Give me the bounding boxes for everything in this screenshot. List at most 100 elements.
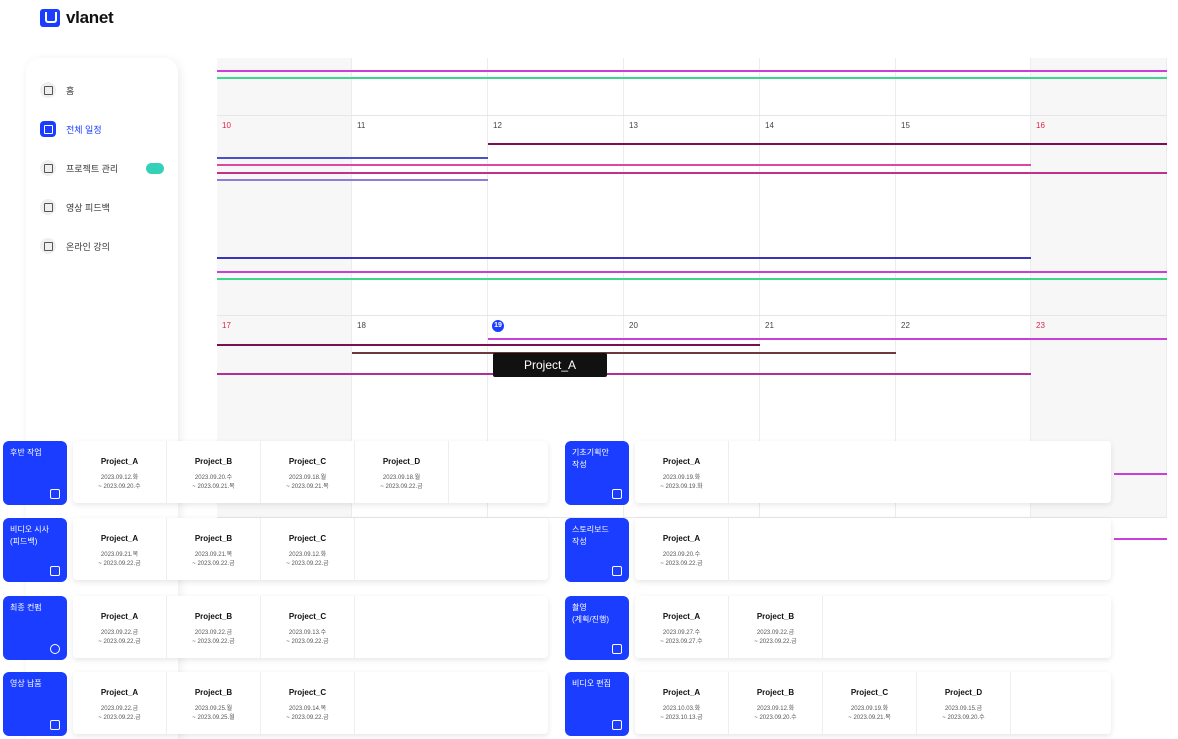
project-tooltip: Project_A — [493, 353, 607, 377]
project-card[interactable]: Project_A 2023.09.22.금 ~ 2023.09.22.금 — [73, 672, 167, 734]
project-card[interactable]: Project_A 2023.09.12.화 ~ 2023.09.20.수 — [73, 441, 167, 503]
project-card[interactable]: Project_A 2023.10.03.화 ~ 2023.10.13.금 — [635, 672, 729, 734]
day-number: 11 — [357, 121, 366, 130]
stage-video-preview[interactable]: 비디오 시사 (피드백) Project_A 2023.09.21.목 ~ 2023… — [3, 518, 548, 584]
vlanet-logo-icon — [40, 9, 60, 27]
sidebar-item-label: 온라인 강의 — [66, 241, 110, 252]
schedule-bar[interactable] — [217, 257, 1031, 259]
project-card[interactable]: Project_D 2023.09.18.월 ~ 2023.09.22.금 — [355, 441, 449, 503]
stage-project-list: Project_A 2023.09.27.수 ~ 2023.09.27.수 Proj… — [635, 596, 1111, 658]
calendar-week — [217, 58, 1167, 116]
screen-icon — [50, 566, 60, 576]
schedule-bar[interactable] — [1114, 473, 1167, 475]
schedule-bar[interactable] — [217, 271, 1167, 273]
project-card[interactable]: Project_D 2023.09.15.금 ~ 2023.09.20.수 — [917, 672, 1011, 734]
project-card[interactable]: Project_A 2023.09.21.목 ~ 2023.09.22.금 — [73, 518, 167, 580]
film-icon — [50, 489, 60, 499]
day-number: 12 — [493, 121, 502, 130]
schedule-bar[interactable] — [217, 344, 760, 346]
sidebar-item-online-lecture[interactable]: 온라인 강의 — [40, 238, 110, 254]
day-number: 13 — [629, 121, 638, 130]
project-card[interactable]: Project_B 2023.09.22.금 ~ 2023.09.22.금 — [729, 596, 823, 658]
project-card[interactable]: Project_A 2023.09.27.수 ~ 2023.09.27.수 — [635, 596, 729, 658]
stage-project-list: Project_A 2023.09.19.화 ~ 2023.09.19.화 — [635, 441, 1111, 503]
stage-label-shooting[interactable]: 촬영 (계획/진행) — [565, 596, 629, 660]
calendar-icon — [40, 121, 56, 137]
project-card[interactable]: Project_C 2023.09.13.수 ~ 2023.09.22.금 — [261, 596, 355, 658]
stage-project-list: Project_A 2023.09.12.화 ~ 2023.09.20.수 Proj… — [73, 441, 548, 503]
stage-label-storyboard[interactable]: 스토리보드 작성 — [565, 518, 629, 582]
calendar-day[interactable]: 13 — [624, 116, 760, 315]
project-card[interactable]: Project_B 2023.09.21.목 ~ 2023.09.22.금 — [167, 518, 261, 580]
day-number: 21 — [765, 321, 774, 330]
sidebar-item-label: 전체 일정 — [66, 124, 102, 135]
stage-final-confirm[interactable]: 최종 컨펌 Project_A 2023.09.22.금 ~ 2023.09.22.… — [3, 596, 548, 662]
project-card[interactable]: Project_A 2023.09.19.화 ~ 2023.09.19.화 — [635, 441, 729, 503]
stage-video-editing[interactable]: 비디오 편집 Project_A 2023.10.03.화 ~ 2023.10.13… — [565, 672, 1111, 738]
project-card[interactable]: Project_B 2023.09.25.월 ~ 2023.09.25.월 — [167, 672, 261, 734]
sidebar-item-video-feedback[interactable]: 영상 피드백 — [40, 199, 110, 215]
sidebar-item-projects[interactable]: 프로젝트 관리 — [40, 160, 165, 176]
stage-project-list: Project_A 2023.09.21.목 ~ 2023.09.22.금 Proj… — [73, 518, 548, 580]
schedule-bar[interactable] — [352, 352, 896, 354]
project-card[interactable]: Project_C 2023.09.19.화 ~ 2023.09.21.목 — [823, 672, 917, 734]
project-count-badge — [146, 162, 165, 174]
calendar-day[interactable]: 12 — [488, 116, 624, 315]
schedule-bar[interactable] — [217, 157, 488, 159]
project-card[interactable]: Project_B 2023.09.12.화 ~ 2023.09.20.수 — [729, 672, 823, 734]
project-card[interactable]: Project_A 2023.09.22.금 ~ 2023.09.22.금 — [73, 596, 167, 658]
calendar-day[interactable]: 15 — [896, 116, 1031, 315]
stage-label-post-production[interactable]: 후반 작업 — [3, 441, 67, 505]
stage-storyboard[interactable]: 스토리보드 작성 Project_A 2023.09.20.수 ~ 2023.09.… — [565, 518, 1111, 584]
schedule-bar[interactable] — [488, 338, 1167, 340]
app-root: vlanet 홈 전체 일정 프로젝트 관리 영상 피드백 온라인 강의 10 … — [0, 0, 1178, 739]
sidebar-item-label: 영상 피드백 — [66, 202, 110, 213]
schedule-bar[interactable] — [1114, 538, 1167, 540]
stage-delivery[interactable]: 영상 납품 Project_A 2023.09.22.금 ~ 2023.09.22.… — [3, 672, 548, 738]
project-card[interactable]: Project_C 2023.09.12.화 ~ 2023.09.22.금 — [261, 518, 355, 580]
send-icon — [50, 720, 60, 730]
stage-label-final-confirm[interactable]: 최종 컨펌 — [3, 596, 67, 660]
folder-icon — [40, 160, 56, 176]
stage-label-delivery[interactable]: 영상 납품 — [3, 672, 67, 736]
stage-shooting[interactable]: 촬영 (계획/진행) Project_A 2023.09.27.수 ~ 2023.0… — [565, 596, 1111, 662]
stage-post-production[interactable]: 후반 작업 Project_A 2023.09.12.화 ~ 2023.09.20.… — [3, 441, 548, 507]
stage-label-basic-plan[interactable]: 기초기획안 작성 — [565, 441, 629, 505]
schedule-bar[interactable] — [217, 172, 1167, 174]
schedule-bar[interactable] — [217, 373, 1031, 375]
calendar-day[interactable]: 16 — [1031, 116, 1167, 315]
project-card[interactable]: Project_C 2023.09.18.월 ~ 2023.09.21.목 — [261, 441, 355, 503]
sidebar-item-home[interactable]: 홈 — [40, 82, 74, 98]
camera-icon — [612, 644, 622, 654]
stage-project-list: Project_A 2023.09.22.금 ~ 2023.09.22.금 Proj… — [73, 672, 548, 734]
day-number: 16 — [1036, 121, 1045, 130]
calendar-day[interactable]: 14 — [760, 116, 896, 315]
stage-project-list: Project_A 2023.09.22.금 ~ 2023.09.22.금 Proj… — [73, 596, 548, 658]
brand-name: vlanet — [66, 8, 114, 27]
project-card[interactable]: Project_C 2023.09.14.목 ~ 2023.09.22.금 — [261, 672, 355, 734]
schedule-bar[interactable] — [217, 278, 1167, 280]
schedule-bar[interactable] — [217, 164, 1031, 166]
stage-project-list: Project_A 2023.09.20.수 ~ 2023.09.22.금 — [635, 518, 1111, 580]
project-card[interactable]: Project_A 2023.09.20.수 ~ 2023.09.22.금 — [635, 518, 729, 580]
document-icon — [612, 720, 622, 730]
schedule-bar[interactable] — [488, 143, 1167, 145]
calendar-week: 10 11 12 13 14 15 16 — [217, 116, 1167, 316]
brand-logo[interactable]: vlanet — [40, 8, 114, 28]
edit-icon — [612, 489, 622, 499]
day-number: 15 — [901, 121, 910, 130]
video-feedback-icon — [40, 199, 56, 215]
sidebar-item-schedule[interactable]: 전체 일정 — [40, 121, 102, 137]
stage-label-video-editing[interactable]: 비디오 편집 — [565, 672, 629, 736]
stage-basic-plan[interactable]: 기초기획안 작성 Project_A 2023.09.19.화 ~ 2023.09.… — [565, 441, 1111, 507]
project-card[interactable]: Project_B 2023.09.20.수 ~ 2023.09.21.목 — [167, 441, 261, 503]
check-circle-icon — [50, 644, 60, 654]
calendar-day[interactable]: 10 — [217, 116, 352, 315]
calendar-day[interactable]: 11 — [352, 116, 488, 315]
sidebar-item-label: 홈 — [66, 85, 75, 96]
schedule-bar[interactable] — [217, 179, 488, 181]
stage-project-list: Project_A 2023.10.03.화 ~ 2023.10.13.금 Proj… — [635, 672, 1111, 734]
project-card[interactable]: Project_B 2023.09.22.금 ~ 2023.09.22.금 — [167, 596, 261, 658]
day-number: 17 — [222, 321, 231, 330]
stage-label-video-preview[interactable]: 비디오 시사 (피드백) — [3, 518, 67, 582]
